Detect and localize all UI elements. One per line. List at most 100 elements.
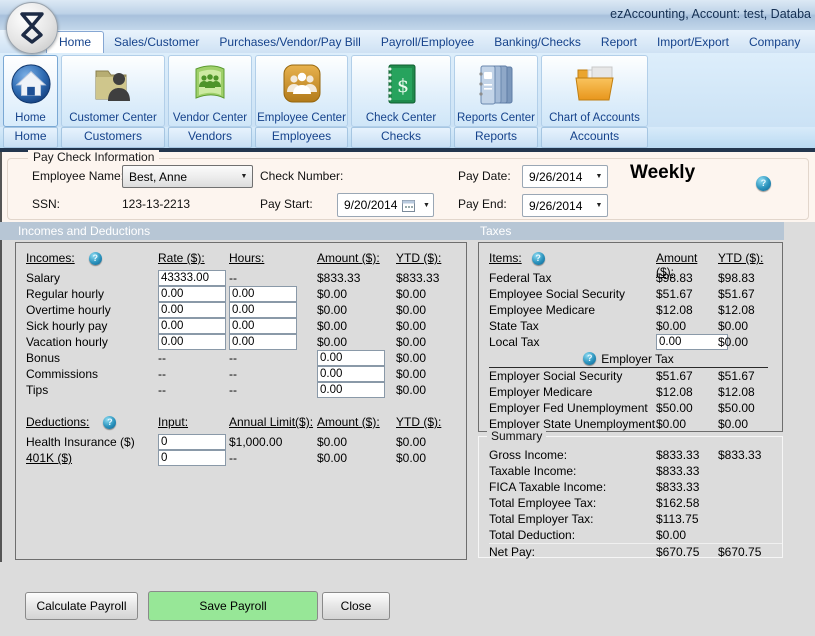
shortcut-vendors[interactable]: Vendors: [168, 127, 252, 148]
pay-end-dropdown[interactable]: 9/26/2014 ▼: [522, 194, 608, 217]
items-column-header: Items:: [489, 251, 522, 265]
help-icon[interactable]: ?: [583, 352, 596, 365]
calculate-payroll-button[interactable]: Calculate Payroll: [25, 592, 138, 620]
income-row-label: Salary: [26, 271, 158, 285]
menu-item-sales-customer[interactable]: Sales/Customer: [104, 32, 209, 53]
hours-input[interactable]: [229, 334, 297, 350]
help-icon[interactable]: ?: [89, 252, 102, 265]
menu-item-payroll-employee[interactable]: Payroll/Employee: [371, 32, 484, 53]
taxes-box: Items:? Amount ($): YTD ($): Federal Tax…: [478, 242, 783, 432]
paycheck-panel: Pay Check Information Employee Name: Bes…: [2, 152, 815, 222]
toolbar-button-label: Vendor Center: [173, 111, 247, 125]
taxes-section-header: Taxes: [480, 222, 511, 240]
summary-amount-value: $0.00: [656, 528, 718, 542]
help-icon[interactable]: ?: [532, 252, 545, 265]
menu-item-import-export[interactable]: Import/Export: [647, 32, 739, 53]
deduction-input[interactable]: [158, 434, 226, 450]
customer-folder-icon: [92, 56, 134, 111]
ytd-value: $0.00: [396, 451, 466, 465]
ssn-label: SSN:: [32, 197, 60, 211]
employee-name-value: Best, Anne: [129, 170, 187, 184]
pay-date-label: Pay Date:: [458, 169, 511, 183]
ytd-column-header: YTD ($):: [718, 251, 782, 265]
shortcut-employees[interactable]: Employees: [255, 127, 348, 148]
rate-input[interactable]: [158, 318, 226, 334]
checkbook-icon: $: [381, 56, 421, 111]
table-row: 401K ($)--$0.00$0.00: [26, 450, 466, 466]
rate-input[interactable]: [158, 302, 226, 318]
ytd-value: $0.00: [718, 417, 782, 431]
menu-item-purchases-vendor-pay-bill[interactable]: Purchases/Vendor/Pay Bill: [209, 32, 370, 53]
amount-value: $0.00: [317, 451, 396, 465]
employee-name-dropdown[interactable]: Best, Anne ▼: [122, 165, 253, 188]
tax-amount-value: $98.83: [656, 271, 718, 285]
amount-input[interactable]: [317, 350, 385, 366]
menu-item-banking-checks[interactable]: Banking/Checks: [484, 32, 591, 53]
table-row: Employer Social Security$51.67$51.67: [489, 368, 782, 384]
deduction-row-label[interactable]: 401K ($): [26, 451, 158, 465]
employer-tax-label: Employer Tax: [601, 352, 673, 366]
input-column-header: Input:: [158, 415, 229, 429]
deductions-column-header: Deductions:: [26, 415, 89, 429]
summary-amount-value: $833.33: [656, 464, 718, 478]
toolbar-button-label: Check Center: [366, 111, 436, 125]
toolbar-button-home[interactable]: Home: [3, 55, 58, 127]
ssn-value: 123-13-2213: [122, 197, 190, 211]
shortcut-reports[interactable]: Reports: [454, 127, 538, 148]
deductions-rows: Health Insurance ($)$1,000.00$0.00$0.004…: [26, 434, 466, 466]
save-payroll-button[interactable]: Save Payroll: [148, 591, 318, 621]
amount-value: $0.00: [317, 319, 396, 333]
shortcut-checks[interactable]: Checks: [351, 127, 451, 148]
rate-input[interactable]: [158, 286, 226, 302]
income-row-label: Overtime hourly: [26, 303, 158, 317]
pay-date-dropdown[interactable]: 9/26/2014 ▼: [522, 165, 608, 188]
toolbar-button-label: Customer Center: [69, 111, 157, 125]
shortcut-accounts[interactable]: Accounts: [541, 127, 648, 148]
vendor-folder-icon: [189, 56, 231, 111]
menu-item-company[interactable]: Company: [739, 32, 810, 53]
summary-amount-value: $833.33: [656, 448, 718, 462]
rate-input[interactable]: [158, 334, 226, 350]
pay-start-datepicker[interactable]: 9/20/2014 ▼: [337, 193, 434, 217]
help-icon[interactable]: ?: [103, 416, 116, 429]
hours-input[interactable]: [229, 318, 297, 334]
tax-row-label: Local Tax: [489, 335, 656, 349]
shortcut-home[interactable]: Home: [3, 127, 58, 148]
hours-input[interactable]: [229, 286, 297, 302]
toolbar-button-vendor-center[interactable]: Vendor Center: [168, 55, 252, 127]
amount-input[interactable]: [317, 382, 385, 398]
chevron-down-icon: ▼: [591, 173, 607, 180]
ytd-value: $12.08: [718, 303, 782, 317]
rate-input[interactable]: [158, 270, 226, 286]
incomes-rows: Salary--$833.33$833.33Regular hourly$0.0…: [26, 270, 466, 398]
menu-item-help[interactable]: Help: [810, 32, 815, 53]
calendar-icon: [402, 199, 415, 212]
toolbar-button-customer-center[interactable]: Customer Center: [61, 55, 165, 127]
table-row: State Tax$0.00$0.00: [489, 318, 782, 334]
deduction-input[interactable]: [158, 450, 226, 466]
table-row: Tips----$0.00: [26, 382, 466, 398]
ytd-value: $12.08: [718, 385, 782, 399]
toolbar-button-chart-of-accounts[interactable]: Chart of Accounts: [541, 55, 648, 127]
income-row-label: Regular hourly: [26, 287, 158, 301]
ytd-value: $833.33: [396, 271, 466, 285]
employer-tax-header: ? Employer Tax: [489, 350, 768, 368]
menu-item-report[interactable]: Report: [591, 32, 647, 53]
hours-column-header: Hours:: [229, 251, 317, 265]
shortcut-customers[interactable]: Customers: [61, 127, 165, 148]
hours-input[interactable]: [229, 302, 297, 318]
toolbar-button-employee-center[interactable]: Employee Center: [255, 55, 348, 127]
chevron-down-icon: ▼: [420, 202, 433, 209]
summary-amount-value: $670.75: [656, 545, 718, 559]
toolbar-button-check-center[interactable]: $ Check Center: [351, 55, 451, 127]
ytd-value: $0.00: [396, 303, 466, 317]
table-row: Employee Social Security$51.67$51.67: [489, 286, 782, 302]
help-icon[interactable]: ?: [756, 176, 771, 191]
amount-input[interactable]: [317, 366, 385, 382]
table-row: Sick hourly pay$0.00$0.00: [26, 318, 466, 334]
income-row-label: Sick hourly pay: [26, 319, 158, 333]
table-row: Bonus----$0.00: [26, 350, 466, 366]
toolbar-button-reports-center[interactable]: Reports Center: [454, 55, 538, 127]
amount-value: $0.00: [317, 435, 396, 449]
close-button[interactable]: Close: [322, 592, 390, 620]
